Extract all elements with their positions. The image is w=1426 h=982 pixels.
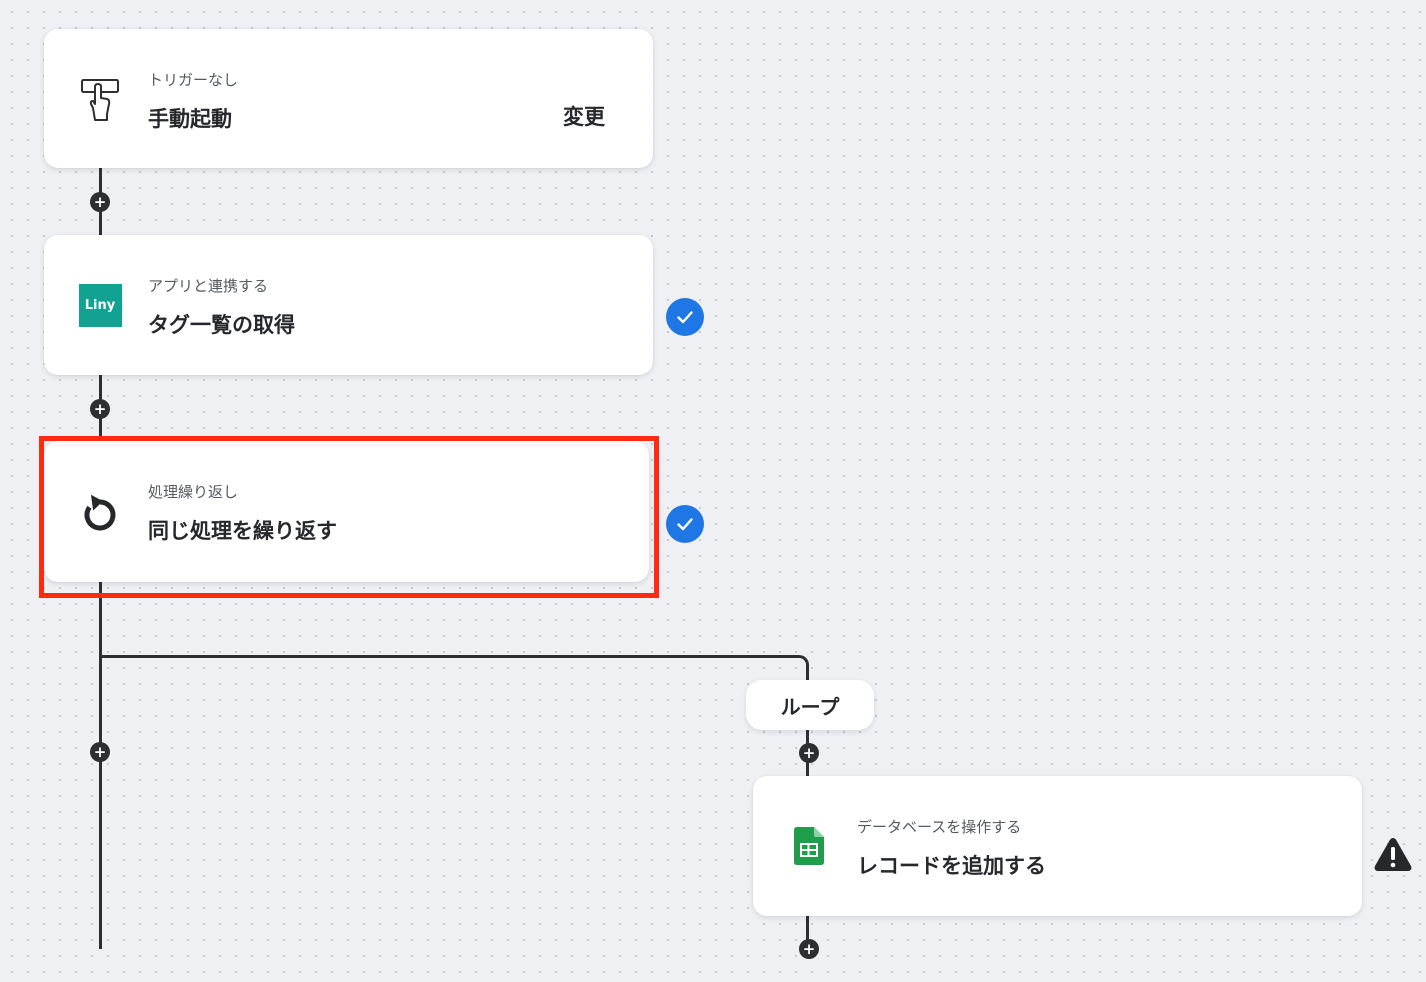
step-card-liny-tags[interactable]: Liny アプリと連携する タグ一覧の取得	[44, 235, 653, 375]
step-subtitle: データベースを操作する	[857, 818, 1022, 836]
manual-trigger-icon	[78, 77, 122, 121]
step-title: 手動起動	[148, 107, 232, 131]
add-step-button[interactable]: +	[90, 399, 110, 419]
add-step-button[interactable]: +	[90, 192, 110, 212]
change-trigger-button[interactable]: 変更	[563, 101, 605, 131]
loop-icon	[78, 490, 122, 534]
warning-icon[interactable]	[1373, 836, 1413, 874]
add-step-button[interactable]: +	[90, 742, 110, 762]
step-title: タグ一覧の取得	[148, 313, 295, 337]
step-title: レコードを追加する	[857, 854, 1046, 878]
step-subtitle: 処理繰り返し	[148, 483, 239, 501]
add-loop-step-button[interactable]: +	[799, 743, 819, 763]
step-complete-check-icon	[666, 505, 704, 543]
liny-app-icon: Liny	[78, 283, 122, 327]
step-subtitle: アプリと連携する	[148, 277, 269, 295]
step-subtitle: トリガーなし	[148, 71, 239, 89]
google-sheets-icon	[787, 824, 831, 868]
step-title: 同じ処理を繰り返す	[148, 519, 337, 543]
step-complete-check-icon	[666, 298, 704, 336]
step-card-add-record[interactable]: データベースを操作する レコードを追加する	[753, 776, 1362, 916]
add-step-button[interactable]: +	[799, 939, 819, 959]
liny-logo-text: Liny	[78, 283, 122, 327]
step-card-loop[interactable]: 処理繰り返し 同じ処理を繰り返す	[44, 441, 649, 582]
step-card-manual-trigger[interactable]: トリガーなし 手動起動 変更	[44, 29, 653, 168]
loop-branch-label[interactable]: ループ	[746, 680, 874, 730]
connector-branch-horizontal	[99, 655, 799, 658]
